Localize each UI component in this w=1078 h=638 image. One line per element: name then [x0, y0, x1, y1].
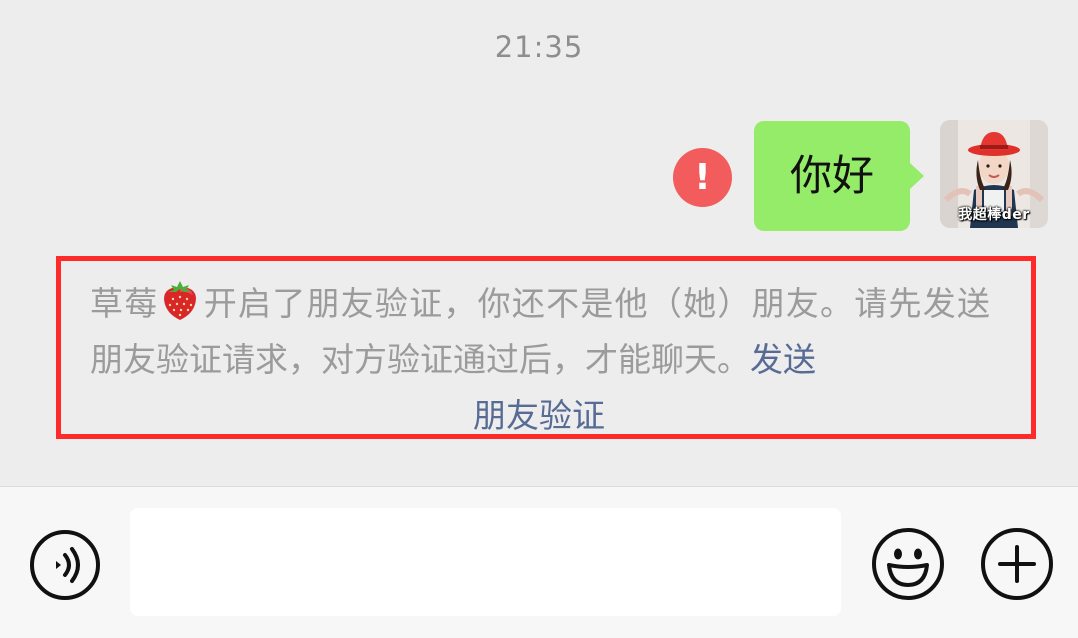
bubble-tail	[910, 163, 924, 189]
sent-message-text: 你好	[789, 151, 874, 200]
emoji-button[interactable]	[871, 527, 944, 600]
message-input[interactable]	[130, 508, 841, 616]
plus-icon	[981, 528, 1053, 600]
avatar-caption: 我超棒der	[958, 207, 1030, 223]
notice-contact-name: 草莓	[90, 284, 159, 323]
voice-icon	[30, 530, 100, 600]
send-verification-link-continued[interactable]: 朋友验证	[0, 388, 1078, 444]
sent-message-bubble[interactable]: 你好	[754, 121, 924, 231]
send-verification-link[interactable]: 发送	[750, 340, 816, 379]
voice-button[interactable]	[29, 529, 101, 601]
emoji-icon	[872, 528, 944, 600]
avatar[interactable]: 我超棒der	[940, 120, 1048, 228]
strawberry-icon	[164, 281, 197, 320]
chat-area: 21:35 ! 你好 我超棒der 草莓 开启了朋友验证，你还不是他（她）朋友。…	[0, 0, 1078, 486]
plus-button[interactable]	[980, 527, 1053, 600]
error-exclamation-icon[interactable]: !	[673, 148, 732, 207]
notice-body-text: 开启了朋友验证，你还不是他（她）朋友。请先发送朋友验证请求，对方验证通过后，才能…	[90, 284, 991, 379]
input-bar	[0, 487, 1078, 638]
system-notice: 草莓 开启了朋友验证，你还不是他（她）朋友。请先发送朋友验证请求，对方验证通过后…	[90, 276, 990, 388]
message-timestamp: 21:35	[494, 30, 584, 64]
